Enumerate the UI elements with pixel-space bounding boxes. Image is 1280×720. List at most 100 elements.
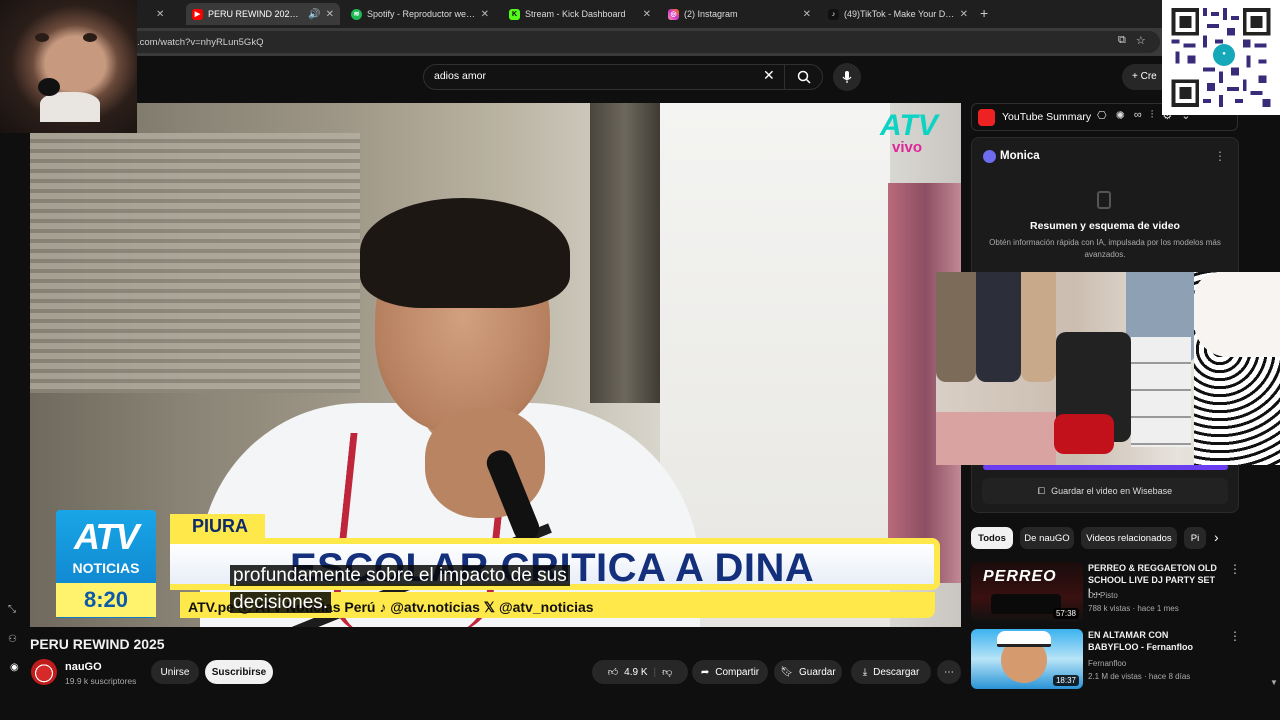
chevron-right-icon[interactable]: › — [1214, 529, 1219, 545]
search-query[interactable]: adios amor — [434, 70, 486, 82]
glasses-icon[interactable]: ∞ — [1134, 109, 1142, 122]
url-toolbar: ⧉ ☆ — [1118, 34, 1146, 47]
video-meta: 788 k vistas · hace 1 mes — [1088, 604, 1179, 613]
voice-search-button[interactable] — [833, 63, 861, 91]
atv-logo-text: ATV — [74, 516, 139, 557]
save-to-wisebase-button[interactable]: ⧠ Guardar el video en Wisebase — [982, 478, 1228, 504]
tab-title: (2) Instagram — [684, 9, 738, 19]
webcam-shirt — [40, 92, 100, 122]
discord-icon[interactable]: ◉ — [10, 662, 19, 673]
save-button[interactable]: 🔖︎ Guardar — [774, 660, 842, 684]
red-bag — [1054, 414, 1114, 454]
subscribe-button[interactable]: Suscribirse — [205, 660, 273, 684]
install-app-icon[interactable]: ⧉ — [1118, 34, 1126, 47]
wisebase-label: Guardar el video en Wisebase — [1051, 486, 1173, 496]
search-icon — [797, 70, 811, 84]
plus-icon: + — [1132, 71, 1141, 82]
more-vertical-icon[interactable]: ⋮ — [1214, 149, 1226, 163]
monica-title: Monica — [1000, 150, 1040, 162]
tiktok-icon: ♪ — [828, 8, 839, 20]
yape-logo-icon: ● — [1213, 44, 1235, 66]
more-horizontal-icon: ⋯ — [944, 666, 954, 678]
video-player[interactable]: ATV vivo ATV NOTICIAS 8:20 PIURA ESCOLAR… — [30, 103, 961, 627]
video-frame-hair — [360, 198, 570, 308]
close-icon[interactable]: ✕ — [643, 9, 651, 20]
summary-title[interactable]: Resumen y esquema de video — [972, 220, 1238, 232]
thumbnail-text: PERREO — [983, 568, 1057, 585]
close-icon[interactable]: ✕ — [156, 9, 164, 20]
like-dislike-group[interactable]: 👍︎ 4.9 K | 👎︎ — [592, 660, 688, 684]
recommended-video[interactable]: PERREO 57:38 PERREO & REGGAETON OLD SCHO… — [971, 562, 1251, 622]
subscriber-count: 19.9 k suscriptores — [65, 676, 137, 686]
atv-live-bug: ATV vivo — [880, 111, 950, 161]
summary-description: Obtén información rápida con IA, impulsa… — [989, 238, 1221, 259]
recommended-video[interactable]: 18:37 EN ALTAMAR CON BABYFLOO - Fernanfl… — [971, 629, 1251, 689]
tab-youtube[interactable]: ▶ PERU REWIND 2025 - YouT 🔊 ✕ — [186, 3, 340, 25]
chip-related[interactable]: Videos relacionados — [1081, 527, 1177, 549]
share-button[interactable]: ➦ Compartir — [692, 660, 768, 684]
collapse-icon[interactable]: ⤡ — [8, 604, 16, 615]
tab-close-prev[interactable]: ✕ — [150, 3, 180, 25]
more-vertical-icon[interactable]: ⋮ — [1229, 629, 1241, 643]
atv-noticias-label: NOTICIAS — [72, 560, 140, 576]
address-bar-row: .com/watch?v=nhyRLun5GkQ — [0, 28, 1280, 56]
tab-tiktok[interactable]: ♪ (49)TikTok - Make Your Day ✕ — [822, 3, 974, 25]
extension-title[interactable]: YouTube Summary — [1002, 111, 1091, 123]
room-camera-overlay — [936, 272, 1280, 465]
bookmark-star-icon[interactable]: ☆ — [1136, 34, 1146, 47]
close-icon[interactable]: ✕ — [960, 9, 968, 20]
new-tab-button[interactable]: + — [980, 5, 988, 21]
close-icon[interactable]: ✕ — [481, 9, 489, 20]
browser-tab-strip: ✕ ▶ PERU REWIND 2025 - YouT 🔊 ✕ ≋ Spotif… — [0, 0, 1280, 28]
bookmark-plus-icon: ⧠ — [1037, 485, 1046, 496]
document-icon — [1097, 191, 1111, 209]
spotify-icon: ≋ — [351, 8, 362, 20]
clear-search-icon[interactable]: ✕ — [763, 67, 775, 84]
waveform-icon[interactable]: ⫶ — [1151, 109, 1154, 122]
chip-all[interactable]: Todos — [971, 527, 1013, 549]
youtube-summary-logo-icon — [978, 109, 995, 126]
join-button[interactable]: Unirse — [151, 660, 199, 684]
news-location: PIURA — [170, 514, 265, 540]
instagram-icon: ◎ — [668, 8, 679, 20]
address-bar[interactable]: .com/watch?v=nhyRLun5GkQ — [30, 31, 1160, 53]
thumbs-up-icon[interactable]: 👍︎ — [608, 666, 618, 678]
tab-spotify[interactable]: ≋ Spotify - Reproductor web: mú ✕ — [345, 3, 495, 25]
video-channel[interactable]: Fernanfloo — [1088, 659, 1126, 668]
download-button[interactable]: ⤓ Descargar — [851, 660, 931, 684]
more-vertical-icon[interactable]: ⋮ — [1229, 562, 1241, 576]
channel-avatar[interactable] — [31, 659, 57, 685]
video-channel[interactable]: DJ Pisto — [1088, 591, 1118, 600]
thumbs-down-icon[interactable]: 👎︎ — [662, 666, 672, 678]
openai-icon[interactable]: ✺ — [1116, 109, 1125, 122]
bookmark-icon: 🔖︎ — [780, 666, 793, 678]
people-icon[interactable]: ⚇ — [8, 634, 17, 645]
thumbnail-dj-deck — [991, 594, 1061, 614]
video-thumbnail[interactable]: 18:37 — [971, 629, 1083, 689]
speaker-icon[interactable]: 🔊 — [308, 9, 320, 20]
channel-name[interactable]: nauGO — [65, 661, 102, 673]
create-label: Cre — [1140, 71, 1157, 82]
video-thumbnail[interactable]: PERREO 57:38 — [971, 562, 1083, 622]
webcam-eye — [83, 33, 97, 42]
youtube-icon: ▶ — [192, 8, 203, 20]
monica-logo-icon — [983, 150, 996, 163]
divider: | — [653, 666, 657, 678]
video-title[interactable]: EN ALTAMAR CON BABYFLOO - Fernanfloo — [1088, 629, 1218, 653]
robot-icon[interactable]: ⎔ — [1097, 109, 1107, 122]
save-label: Guardar — [799, 666, 836, 678]
search-button[interactable] — [784, 64, 823, 90]
atv-bug-live: vivo — [892, 139, 923, 156]
tab-title: (49)TikTok - Make Your Day — [844, 9, 955, 19]
scroll-down-icon[interactable]: ▼ — [1270, 678, 1278, 687]
tab-instagram[interactable]: ◎ (2) Instagram ✕ — [662, 3, 817, 25]
tab-kick[interactable]: K Stream - Kick Dashboard ✕ — [503, 3, 657, 25]
chip-from-channel[interactable]: De nauGO — [1020, 527, 1074, 549]
share-label: Compartir — [715, 666, 760, 678]
more-actions-button[interactable]: ⋯ — [937, 660, 961, 684]
video-frame-pillar — [590, 103, 660, 403]
chip-more[interactable]: Pi — [1184, 527, 1206, 549]
close-icon[interactable]: ✕ — [326, 9, 334, 20]
close-icon[interactable]: ✕ — [803, 9, 811, 20]
video-duration: 57:38 — [1052, 608, 1079, 619]
